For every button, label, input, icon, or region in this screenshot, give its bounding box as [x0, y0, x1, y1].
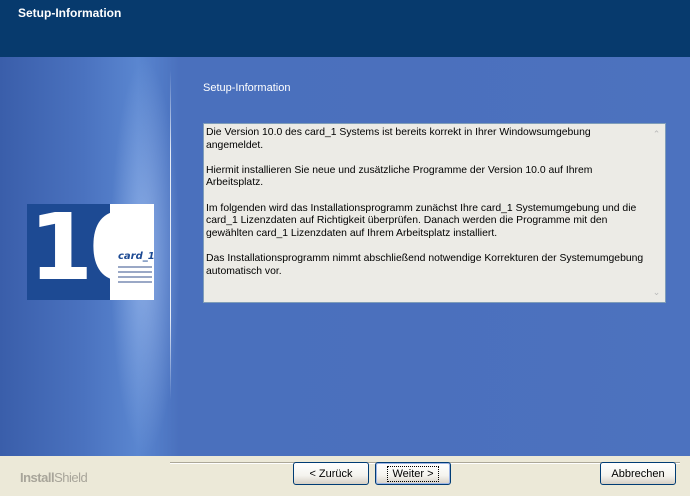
product-logo: 10 card_1	[27, 204, 154, 300]
logo-brand-name: card_1	[118, 251, 154, 262]
info-text-area[interactable]: Die Version 10.0 des card_1 Systems ist …	[203, 123, 666, 303]
cancel-button[interactable]: Abbrechen	[600, 462, 676, 485]
info-paragraph: Hiermit installieren Sie neue und zusätz…	[206, 164, 593, 189]
title-bar: Setup-Information	[0, 0, 690, 58]
section-title: Setup-Information	[203, 82, 291, 94]
info-paragraph: Im folgenden wird das Installationsprogr…	[206, 202, 637, 239]
info-paragraph: Das Installationsprogramm nimmt abschlie…	[206, 252, 644, 277]
up-arrow-icon[interactable]: ⌃	[649, 127, 664, 141]
vertical-divider	[170, 70, 171, 400]
brand-bold: Install	[20, 470, 55, 485]
installshield-logo: InstallShield	[20, 470, 88, 485]
next-button[interactable]: Weiter >	[375, 462, 451, 485]
back-button[interactable]: < Zurück	[293, 462, 369, 485]
down-arrow-icon[interactable]: ⌄	[649, 285, 664, 299]
info-text: Die Version 10.0 des card_1 Systems ist …	[206, 127, 650, 291]
footer-bar: InstallShield < Zurück Weiter > Abbreche…	[0, 456, 690, 496]
back-button-label: < Zurück	[309, 467, 353, 480]
info-paragraph: Die Version 10.0 des card_1 Systems ist …	[206, 127, 591, 151]
brand-thin: Shield	[54, 470, 88, 485]
cancel-button-label: Abbrechen	[611, 467, 665, 480]
vertical-scrollbar[interactable]: ⌃ ⌄	[649, 125, 664, 301]
logo-fine-print	[118, 266, 152, 286]
window-title: Setup-Information	[18, 6, 122, 20]
next-button-label: Weiter >	[387, 465, 439, 482]
